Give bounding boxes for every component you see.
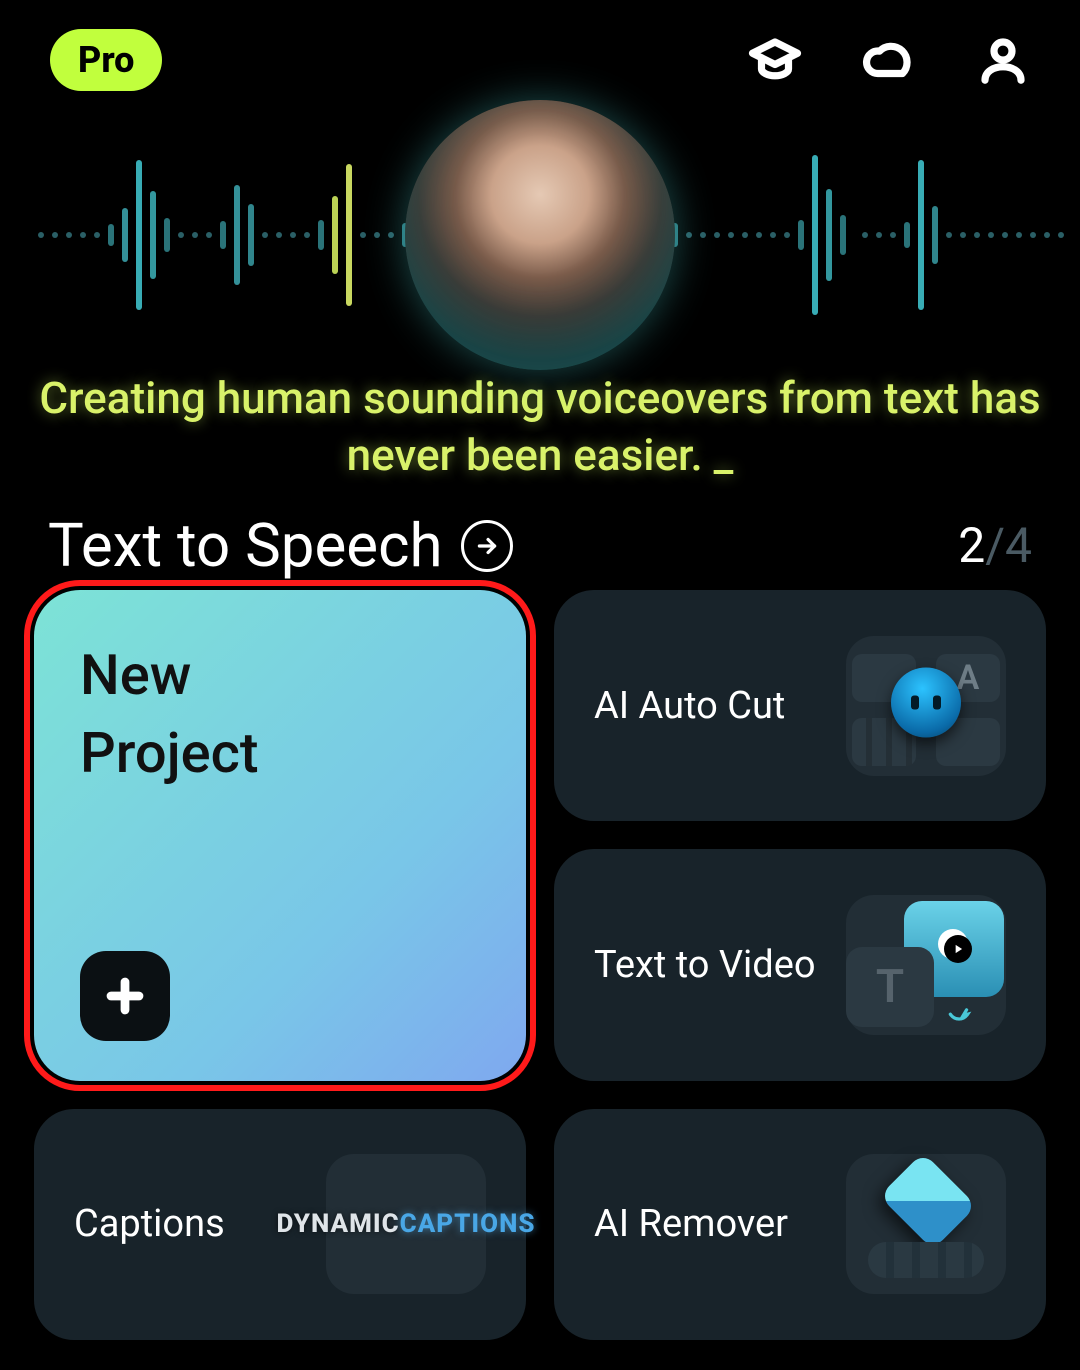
arrow-right-icon [474,533,500,559]
go-arrow-button[interactable] [461,520,513,572]
text-to-video-icon: T [846,895,1006,1035]
hero-banner[interactable] [0,90,1080,380]
cloud-icon[interactable] [862,33,916,87]
new-project-card[interactable]: NewProject [34,590,526,1081]
text-to-video-label: Text to Video [594,943,816,987]
header-icons [748,33,1030,87]
new-project-label: NewProject [80,636,480,793]
ai-remover-icon [846,1154,1006,1294]
captions-icon: DYNAMIC CAPTIONS [326,1154,486,1294]
ai-auto-cut-card[interactable]: AI Auto Cut A [554,590,1046,821]
tutorial-icon[interactable] [748,33,802,87]
eraser-icon [879,1153,977,1251]
pager-sep: / [985,517,1005,574]
ai-auto-cut-icon: A [846,636,1006,776]
plus-icon [104,975,146,1017]
avatar-image [405,100,675,370]
pager: 2/4 [958,517,1032,574]
cards-grid: NewProject AI Auto Cut A Text to Video [34,590,1046,1340]
robot-icon [891,667,961,737]
pager-current: 2 [958,517,985,574]
feature-title-row: Text to Speech 2/4 [48,510,1032,581]
ai-remover-label: AI Remover [594,1202,788,1246]
pro-badge[interactable]: Pro [50,29,162,91]
captions-card[interactable]: Captions DYNAMIC CAPTIONS [34,1109,526,1340]
pager-total: 4 [1005,517,1032,574]
hero-tagline: Creating human sounding voiceovers from … [0,370,1080,484]
ai-auto-cut-label: AI Auto Cut [594,684,785,728]
new-project-plus-button[interactable] [80,951,170,1041]
app-root: Pro [0,0,1080,1370]
text-to-video-card[interactable]: Text to Video T [554,849,1046,1080]
profile-icon[interactable] [976,33,1030,87]
ai-remover-card[interactable]: AI Remover [554,1109,1046,1340]
header: Pro [0,0,1080,120]
captions-label: Captions [74,1202,225,1246]
feature-title: Text to Speech [48,510,443,581]
